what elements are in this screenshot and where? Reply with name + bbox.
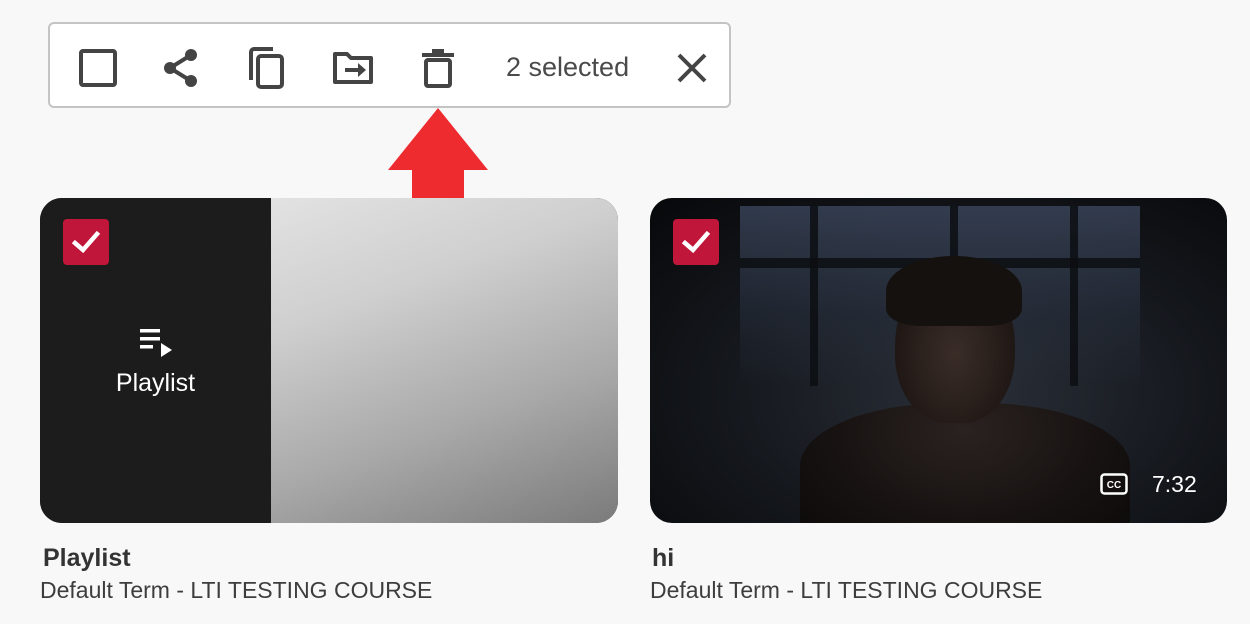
- close-icon: [677, 53, 707, 83]
- playlist-thumbnail: [271, 198, 618, 523]
- playlist-play-icon: [139, 329, 172, 357]
- selection-toolbar: 2 selected: [48, 22, 731, 108]
- playlist-title[interactable]: Playlist: [43, 543, 131, 573]
- copy-button[interactable]: [240, 42, 292, 94]
- video-title[interactable]: hi: [652, 543, 674, 573]
- delete-button[interactable]: [412, 42, 464, 94]
- share-button[interactable]: [155, 42, 207, 94]
- trash-icon: [422, 49, 454, 88]
- select-checkbox[interactable]: [673, 219, 719, 265]
- playlist-subtitle: Default Term - LTI TESTING COURSE: [40, 577, 433, 603]
- playlist-card[interactable]: Playlist: [40, 198, 618, 523]
- selected-count: 2 selected: [506, 52, 630, 82]
- select-all-button[interactable]: [72, 42, 124, 94]
- svg-text:CC: CC: [1107, 480, 1121, 491]
- checkmark-icon: [681, 230, 711, 254]
- copy-icon: [249, 47, 284, 89]
- move-button[interactable]: [327, 42, 379, 94]
- playlist-badge: Playlist: [40, 326, 271, 398]
- playlist-badge-label: Playlist: [115, 369, 196, 397]
- move-to-folder-icon: [333, 52, 373, 84]
- video-subtitle: Default Term - LTI TESTING COURSE: [650, 577, 1043, 603]
- select-checkbox[interactable]: [63, 219, 109, 265]
- closed-captions-icon: CC: [1100, 473, 1128, 495]
- share-icon: [164, 49, 197, 87]
- checkmark-icon: [71, 230, 101, 254]
- close-selection-button[interactable]: [666, 42, 718, 94]
- video-duration: 7:32: [1152, 471, 1197, 497]
- checkbox-outline-icon: [79, 49, 117, 87]
- video-card[interactable]: CC 7:32: [650, 198, 1227, 523]
